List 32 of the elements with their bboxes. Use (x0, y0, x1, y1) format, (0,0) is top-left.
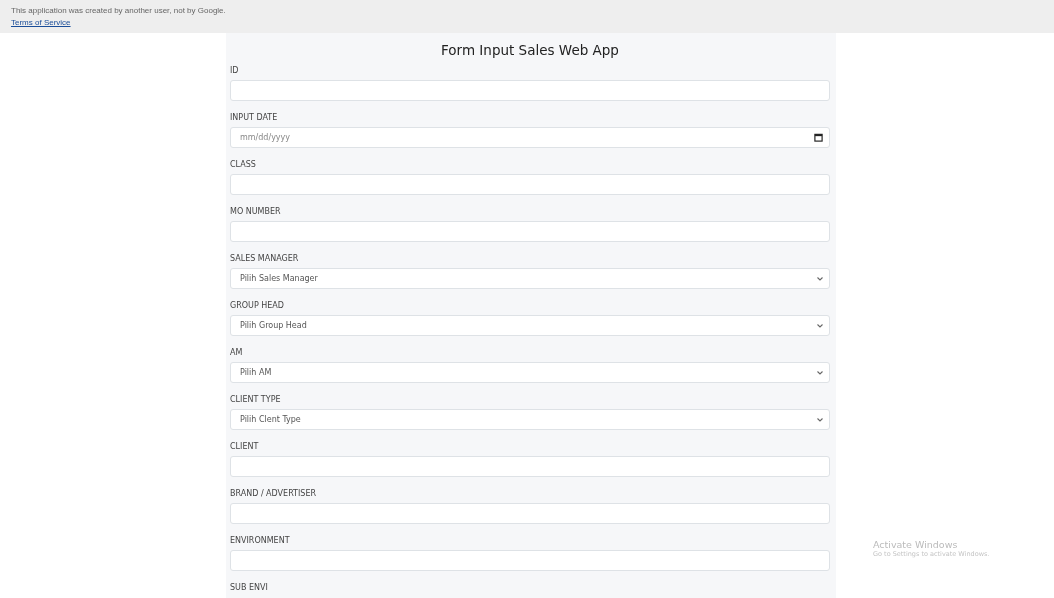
chevron-down-icon (817, 323, 823, 328)
field-label: CLASS (230, 159, 256, 170)
text-field[interactable] (230, 174, 830, 195)
text-field[interactable] (230, 456, 830, 477)
chevron-down-icon (817, 417, 823, 422)
select-dropdown[interactable]: Pilih Clent Type (230, 409, 830, 430)
form-title: Form Input Sales Web App (441, 41, 619, 59)
select-dropdown[interactable]: Pilih Sales Manager (230, 268, 830, 289)
text-field[interactable] (230, 503, 830, 524)
field-label: ID (230, 65, 239, 76)
field-label: SUB ENVI (230, 582, 268, 593)
chevron-down-icon (817, 370, 823, 375)
field-label: INPUT DATE (230, 112, 278, 123)
field-label: CLIENT (230, 441, 259, 452)
field-label: ENVIRONMENT (230, 535, 290, 546)
field-label: BRAND / ADVERTISER (230, 488, 317, 499)
text-field[interactable] (230, 550, 830, 571)
date-field[interactable]: mm/dd/yyyy (230, 127, 830, 148)
field-label: SALES MANAGER (230, 253, 299, 264)
field-label: CLIENT TYPE (230, 394, 281, 405)
field-label: AM (230, 347, 243, 358)
select-dropdown[interactable]: Pilih AM (230, 362, 830, 383)
field-label: MO NUMBER (230, 206, 281, 217)
select-dropdown[interactable]: Pilih Group Head (230, 315, 830, 336)
activation-title: Activate Windows (873, 539, 958, 550)
text-field[interactable] (230, 80, 830, 101)
chevron-down-icon (817, 276, 823, 281)
notice-text: This application was created by another user, not by Google. (11, 6, 226, 16)
terms-link[interactable]: Terms of Service (11, 18, 71, 28)
field-label: GROUP HEAD (230, 300, 284, 311)
text-field[interactable] (230, 221, 830, 242)
calendar-icon[interactable] (814, 133, 823, 142)
